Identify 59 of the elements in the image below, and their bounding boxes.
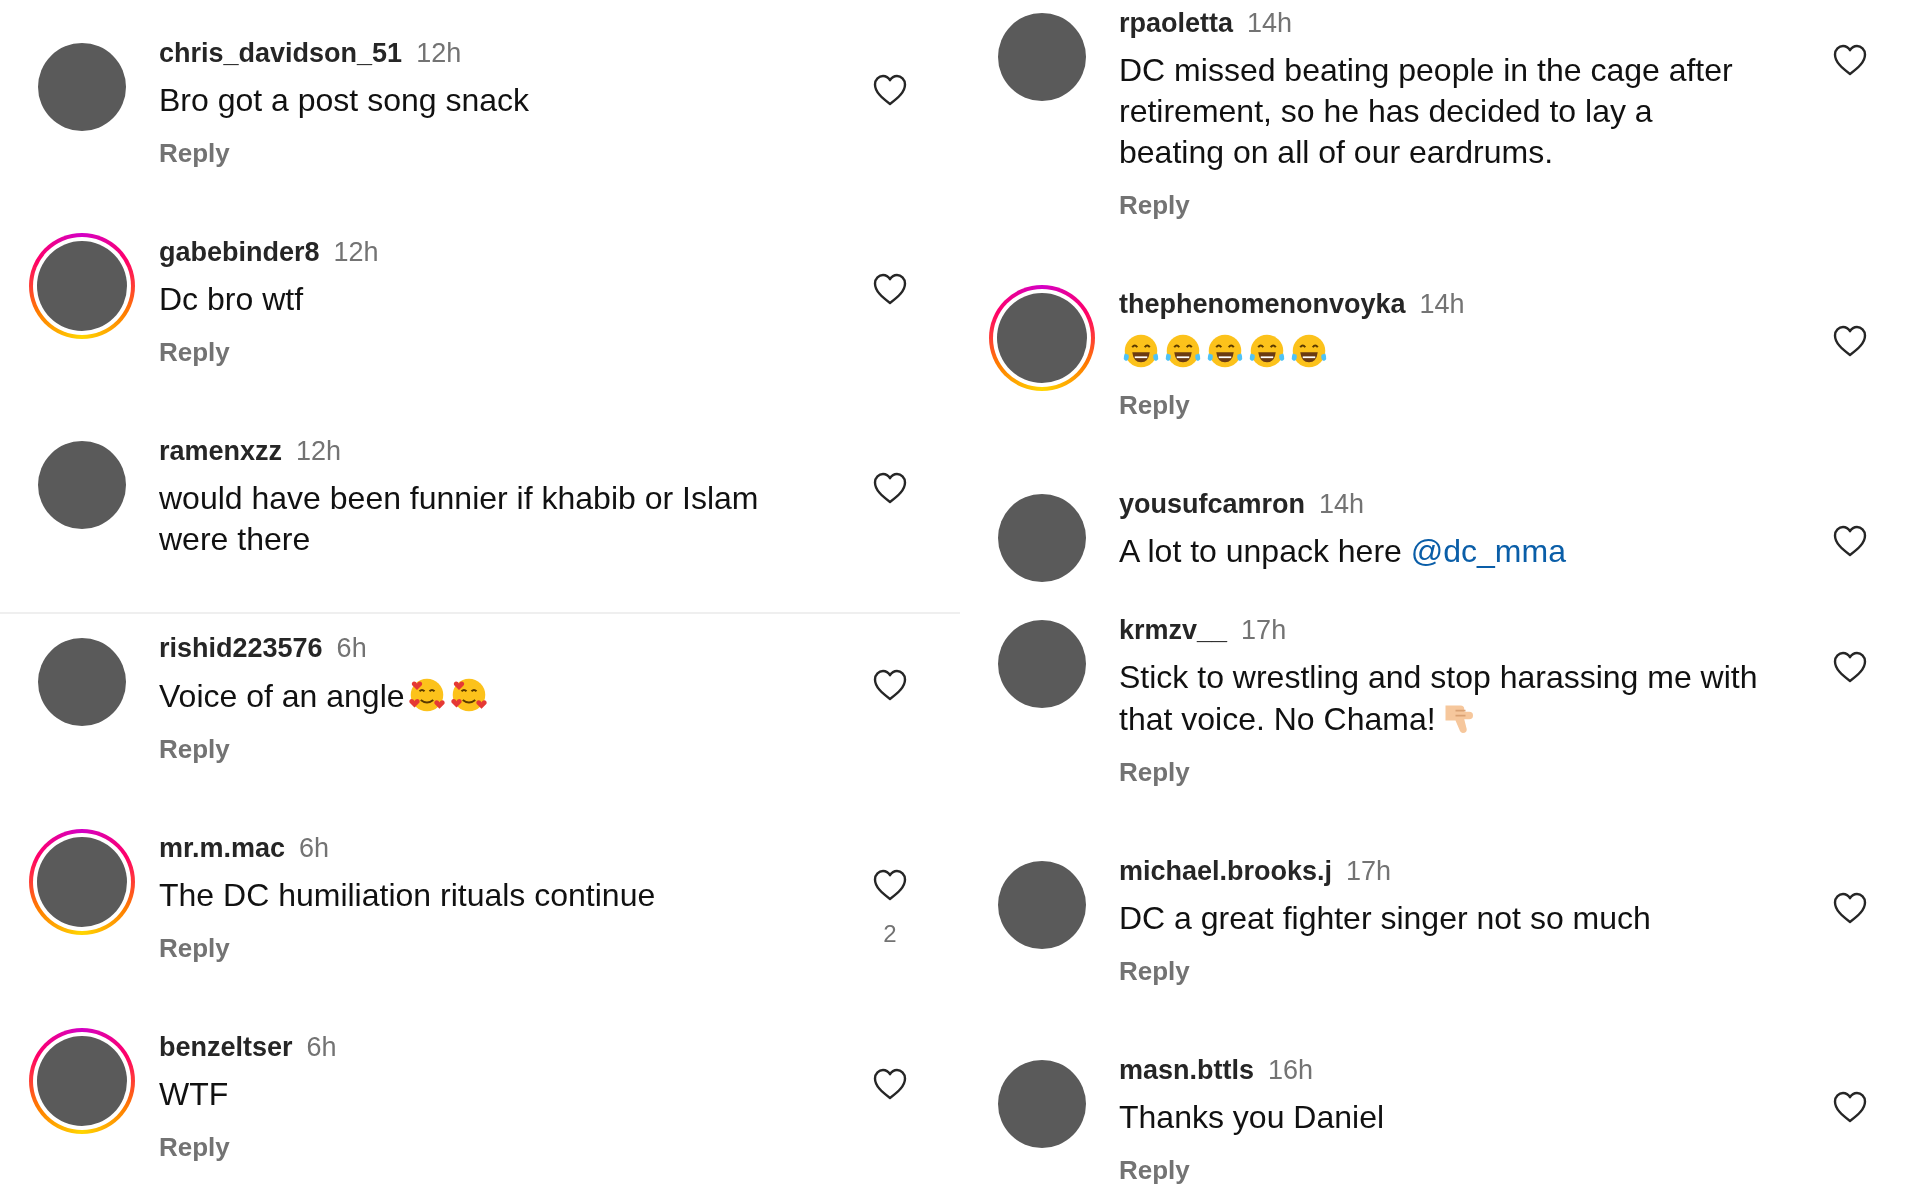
reply-button[interactable]: Reply bbox=[159, 133, 230, 173]
username-link[interactable]: chris_davidson_51 bbox=[159, 32, 403, 74]
comment-time: 14h bbox=[1419, 287, 1465, 321]
comment-time: 16h bbox=[1268, 1053, 1314, 1087]
username-link[interactable]: ramenxzz bbox=[159, 430, 283, 472]
username-link[interactable]: rpaoletta bbox=[1119, 2, 1234, 44]
heart-icon[interactable] bbox=[872, 272, 908, 306]
comment-text: DC missed beating people in the cage after retirement, so he has decided to lay a beating on all of our eardrums. bbox=[1119, 52, 1733, 170]
comment-time: 14h bbox=[1319, 487, 1365, 521]
comment-text: DC a great fighter singer not so much bbox=[1119, 900, 1651, 936]
heart-icon[interactable] bbox=[872, 73, 908, 107]
comment-time: 12h bbox=[416, 36, 462, 70]
reply-button[interactable]: Reply bbox=[1119, 1150, 1190, 1190]
like-count: 2 bbox=[883, 919, 897, 949]
username-link[interactable]: rishid223576 bbox=[159, 627, 323, 669]
username-link[interactable]: yousufcamron bbox=[1119, 483, 1306, 525]
mention-link[interactable]: @dc_mma bbox=[1410, 533, 1566, 569]
comment-time: 6h bbox=[306, 1030, 337, 1064]
heart-icon[interactable] bbox=[872, 668, 908, 702]
heart-icon[interactable] bbox=[1832, 1090, 1868, 1124]
heart-icon[interactable] bbox=[1832, 650, 1868, 684]
heart-icon[interactable] bbox=[872, 471, 908, 505]
username-link[interactable]: masn.bttls bbox=[1119, 1049, 1255, 1091]
comment-time: 12h bbox=[333, 235, 379, 269]
reply-button[interactable]: Reply bbox=[1119, 385, 1190, 425]
comment-text: WTF bbox=[159, 1076, 229, 1112]
reply-button[interactable]: Reply bbox=[159, 332, 230, 372]
username-link[interactable]: thephenomenonvoyka bbox=[1119, 283, 1406, 325]
username-link[interactable]: gabebinder8 bbox=[159, 231, 320, 273]
username-link[interactable]: krmzv__ bbox=[1119, 609, 1228, 651]
comment-time: 17h bbox=[1346, 854, 1392, 888]
comment-text: Voice of an angle bbox=[159, 678, 489, 714]
comment-text: A lot to unpack here bbox=[1119, 533, 1402, 569]
heart-icon[interactable] bbox=[1832, 524, 1868, 558]
username-link[interactable]: benzeltser bbox=[159, 1026, 293, 1068]
comment-text: Bro got a post song snack bbox=[159, 82, 529, 118]
username-link[interactable]: mr.m.mac bbox=[159, 827, 286, 869]
comment-text: Stick to wrestling and stop harassing me with that voice. No Chama! bbox=[1119, 659, 1758, 737]
reply-button[interactable]: Reply bbox=[1119, 752, 1190, 792]
heart-icon[interactable] bbox=[1832, 324, 1868, 358]
comment-time: 6h bbox=[299, 831, 330, 865]
comment-time: 6h bbox=[336, 631, 367, 665]
comment-time: 14h bbox=[1247, 6, 1293, 40]
username-link[interactable]: michael.brooks.j bbox=[1119, 850, 1333, 892]
heart-icon[interactable] bbox=[1832, 43, 1868, 77]
reply-button[interactable]: Reply bbox=[159, 1127, 230, 1167]
reply-button[interactable]: Reply bbox=[1119, 185, 1190, 225]
comment-text: The DC humiliation rituals continue bbox=[159, 877, 656, 913]
reply-button[interactable]: Reply bbox=[159, 729, 230, 769]
comment-text: would have been funnier if khabib or Islam were there bbox=[159, 480, 759, 557]
heart-icon[interactable] bbox=[872, 868, 908, 902]
comment-text: Thanks you Daniel bbox=[1119, 1099, 1385, 1135]
heart-icon[interactable] bbox=[872, 1067, 908, 1101]
reply-button[interactable]: Reply bbox=[159, 928, 230, 968]
reply-button[interactable]: Reply bbox=[1119, 951, 1190, 991]
heart-icon[interactable] bbox=[1832, 891, 1868, 925]
comment-time: 17h bbox=[1241, 613, 1287, 647]
comment-time: 12h bbox=[296, 434, 342, 468]
comment-text: Dc bro wtf bbox=[159, 281, 304, 317]
